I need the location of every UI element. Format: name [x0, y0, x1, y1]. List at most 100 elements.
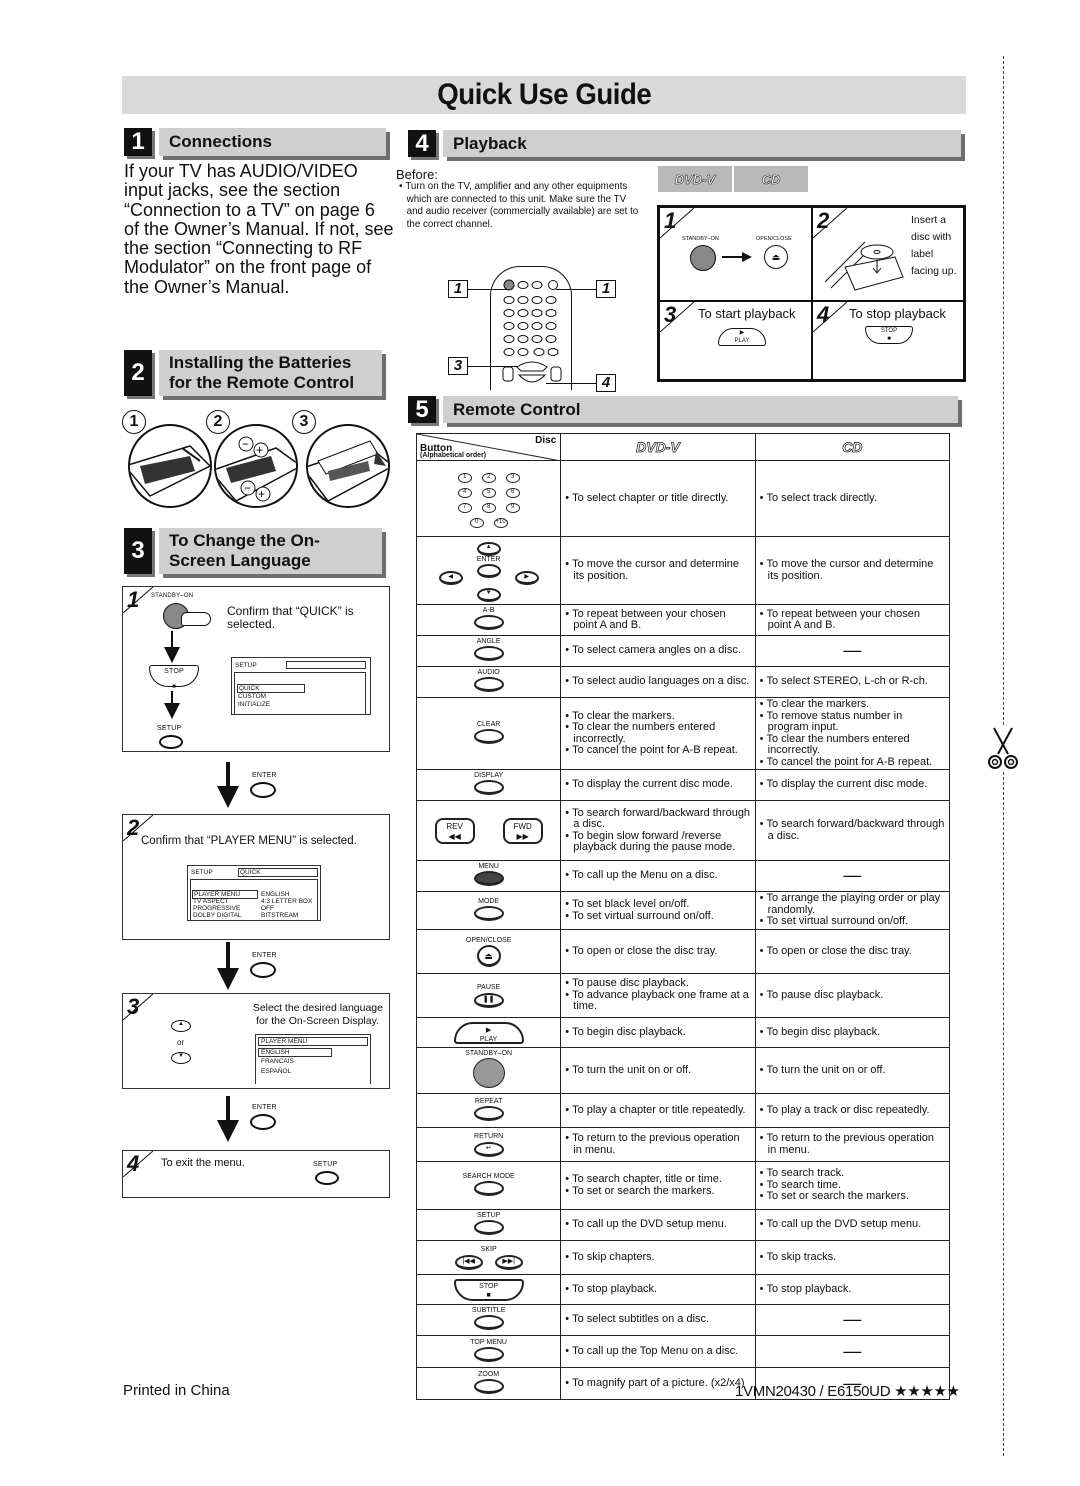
playback-step-4: 4 To stop playback STOP ■ [812, 301, 964, 380]
table-row: MENUTo call up the Menu on a disc. — [415, 860, 951, 892]
dvd-description-cell: To repeat between your chosen point A an… [560, 604, 756, 636]
description-item: To stop playback. [760, 1283, 945, 1296]
table-row: ANGLETo select camera angles on a disc. — [415, 635, 951, 667]
table-row: TOP MENUTo call up the Top Menu on a dis… [415, 1335, 951, 1368]
description-item: To select audio languages on a disc. [565, 676, 750, 688]
step-number: 1 [127, 587, 140, 612]
cd-description-cell: To play a track or disc repeatedly. [754, 1093, 951, 1128]
dvd-description-cell: To clear the markers.To clear the number… [560, 697, 756, 770]
button-cell-open-close: OPEN/CLOSE ⏏ [415, 929, 562, 974]
cd-description-cell: To select STEREO, L-ch or R-ch. [754, 666, 951, 698]
section-number: 2 [124, 350, 152, 396]
table-row: OPEN/CLOSE⏏To open or close the disc tra… [415, 929, 951, 974]
section-header-language: 3 To Change the On- Screen Language [124, 528, 382, 574]
callout-3-play: 3 [448, 357, 468, 375]
cd-description-cell: To move the cursor and determine its pos… [754, 536, 951, 605]
step-text: Confirm that “QUICK” is selected. [227, 604, 354, 631]
description-item: To select chapter or title directly. [565, 492, 750, 505]
dvd-description-cell: To display the current disc mode. [560, 769, 756, 801]
button-cell-menu: MENU [415, 860, 562, 892]
table-row: A-BTo repeat between your chosen point A… [415, 604, 951, 636]
description-item: To clear the numbers entered incorrectly… [760, 733, 945, 757]
eject-button-icon: ⏏ [764, 245, 788, 269]
dvd-v-badge: DVD-V [658, 166, 732, 192]
description-item: To repeat between your chosen point A an… [760, 608, 945, 632]
setup-button-icon [473, 1220, 504, 1235]
table-row: REV◀◀ FWD▶▶ To search forward/backward thr… [415, 800, 951, 861]
description-item: To turn the unit on or off. [565, 1064, 750, 1077]
model-code: 1VMN20430 / E6150UD ★★★★★ [735, 1383, 960, 1400]
stop-playback-text: To stop playback [849, 306, 946, 321]
player-menu-screen: SETUP QUICK PLAYER MENU ENGLISH TV ASPEC… [187, 865, 321, 921]
skip-back-button-icon: |◀◀ [454, 1254, 483, 1270]
number-key-icon: 7 [457, 502, 472, 513]
description-item: To select track directly. [760, 492, 945, 505]
table-row: SKIP|◀◀▶▶|To skip chapters.To skip track… [415, 1240, 951, 1275]
description-item: To clear the markers. [760, 698, 945, 711]
section-title: Remote Control [443, 396, 958, 423]
description-item: To call up the DVD setup menu. [760, 1219, 945, 1231]
button-cell-search-mode: SEARCH MODE [415, 1161, 562, 1210]
battery-step-number: 2 [206, 410, 230, 434]
dvd-description-cell: To select subtitles on a disc. [560, 1304, 756, 1336]
description-item: To move the cursor and determine its pos… [565, 558, 750, 582]
description-item: To return to the previous operation in m… [760, 1132, 945, 1156]
description-item: To play a track or disc repeatedly. [760, 1104, 945, 1117]
description-item: To set or search the markers. [565, 1185, 750, 1198]
language-step-4: 4 To exit the menu. SETUP [122, 1150, 390, 1198]
dvd-description-cell: To open or close the disc tray. [560, 929, 756, 974]
description-item: To skip chapters. [565, 1251, 750, 1264]
section-title-line1: To Change the On- [169, 531, 320, 550]
before-text: Turn on the TV, amplifier and any other … [399, 181, 645, 231]
angle-button-icon [473, 646, 504, 661]
hand-icon [181, 612, 211, 626]
dvd-description-cell: To search chapter, title or time.To set … [560, 1161, 756, 1210]
menu-button-icon [473, 871, 504, 886]
dvd-description-cell: To play a chapter or title repeatedly. [560, 1093, 756, 1128]
step-number: 2 [127, 815, 140, 840]
scissors-icon [986, 726, 1020, 772]
before-label: Before: [396, 167, 438, 182]
cd-description-cell: To skip tracks. [754, 1240, 951, 1275]
cd-description-cell: — [754, 1335, 951, 1368]
section-title: Playback [443, 130, 961, 157]
cd-description-cell: To turn the unit on or off. [754, 1047, 951, 1094]
description-item: To pause disc playback. [760, 989, 945, 1002]
number-keys-icon: 1 2 3 4 5 6 7 8 9 0 +10 [417, 469, 560, 529]
button-cell-standby-on: STANDBY–ON [415, 1047, 562, 1094]
table-row: SETUPTo call up the DVD setup menu.To ca… [415, 1209, 951, 1241]
button-cell-number-keys: 1 2 3 4 5 6 7 8 9 0 +10 [415, 460, 562, 537]
description-item: To advance playback one frame at a time. [565, 989, 750, 1013]
setup-label: SETUP [313, 1161, 338, 1168]
battery-illustration-open [128, 424, 212, 508]
table-row: AUDIOTo select audio languages on a disc… [415, 666, 951, 698]
cd-description-cell: To arrange the playing order or play ran… [754, 891, 951, 930]
language-step-3: 3 Select the desired language for the On… [122, 993, 390, 1089]
description-item: To display the current disc mode. [565, 779, 750, 791]
description-item: To clear the numbers entered incorrectly… [565, 721, 750, 745]
description-item: To magnify part of a picture. (x2/x4) [565, 1377, 750, 1390]
section-header-playback: 4 Playback [408, 130, 961, 157]
button-cell-zoom: ZOOM [415, 1367, 562, 1400]
standby-label: STANDBY–ON [682, 236, 719, 242]
fwd-button-icon: FWD ▶▶ [502, 817, 543, 844]
step-number: 3 [127, 994, 140, 1019]
description-item: To search forward/backward through a dis… [760, 818, 945, 842]
table-corner-header: Disc Button (Alphabetical order) [415, 433, 562, 461]
description-item: To cancel the point for A-B repeat. [565, 744, 750, 757]
dvd-description-cell: To set black level on/off.To set virtual… [560, 891, 756, 930]
dvd-description-cell: To skip chapters. [560, 1240, 756, 1275]
description-item: To stop playback. [565, 1283, 750, 1296]
or-label: or [177, 1038, 185, 1047]
description-item: To open or close the disc tray. [760, 945, 945, 958]
step-text: To exit the menu. [161, 1157, 245, 1169]
right-arrow-button-icon: ▶ [514, 571, 539, 585]
table-row: SUBTITLETo select subtitles on a disc. — [415, 1304, 951, 1336]
down-arrow-button-icon: ▼ [476, 588, 501, 602]
dvd-column-header: DVD-V [560, 433, 756, 461]
section-title: Connections [159, 128, 386, 156]
search-mode-button-icon [473, 1180, 504, 1196]
openclose-label: OPEN/CLOSE [756, 236, 792, 242]
number-key-icon: 4 [457, 487, 472, 498]
number-key-icon: 0 [469, 517, 484, 528]
